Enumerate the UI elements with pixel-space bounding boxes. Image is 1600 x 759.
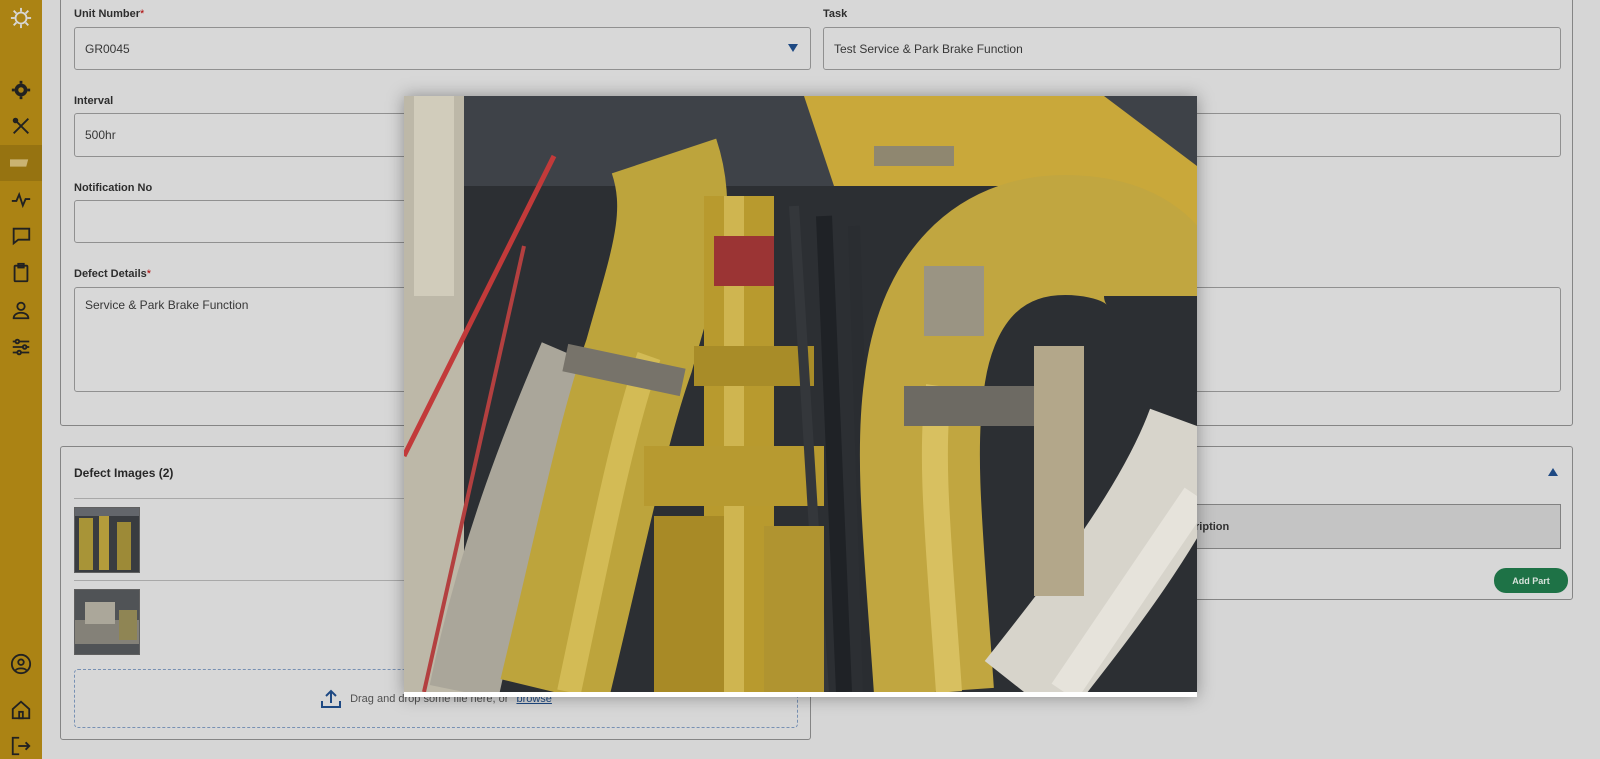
image-preview-modal (404, 96, 1197, 697)
defect-image-preview (404, 96, 1197, 692)
